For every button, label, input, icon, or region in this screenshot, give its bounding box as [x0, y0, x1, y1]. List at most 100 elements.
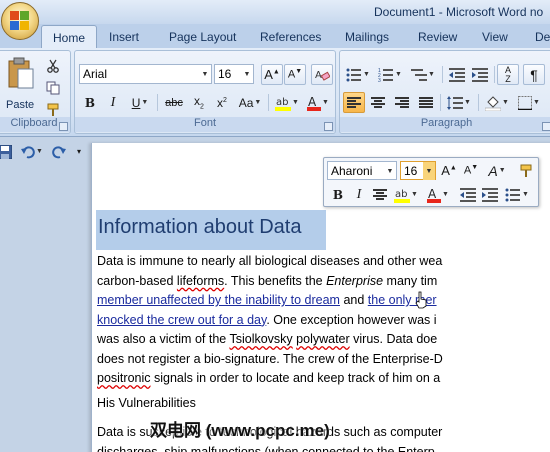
text-run: does not register a bio-signature. The c…	[97, 351, 443, 366]
tab-page-layout[interactable]: Page Layout	[169, 30, 236, 44]
mini-highlight-button[interactable]: ab ▼	[392, 184, 420, 205]
align-center-button[interactable]	[367, 92, 389, 113]
mini-font-name-combo[interactable]: Aharoni ▼	[327, 161, 397, 180]
superscript-button[interactable]: x2	[211, 92, 233, 113]
text-line[interactable]: carbon-based lifeforms. This benefits th…	[97, 274, 437, 288]
mini-italic-button[interactable]: I	[348, 184, 370, 205]
clipboard-dialog-launcher[interactable]	[59, 122, 68, 131]
mini-styles-button[interactable]: A ▼	[482, 160, 512, 181]
underline-icon: U	[131, 95, 141, 110]
bullet-list-icon	[505, 188, 521, 201]
office-button[interactable]	[1, 2, 39, 40]
text-run: signals in order to locate and keep trac…	[150, 371, 441, 385]
text-line[interactable]: was also a victim of the Tsiolkovsky pol…	[97, 332, 437, 346]
chevron-down-icon[interactable]: ▼	[423, 162, 435, 180]
bold-button[interactable]: B	[79, 92, 101, 113]
highlighter-icon: ab	[394, 189, 411, 203]
text-line[interactable]: discharges, ship malfunctions (when conn…	[97, 445, 435, 452]
svg-text:A: A	[428, 187, 437, 201]
chevron-down-icon: ▾	[76, 147, 81, 156]
chevron-down-icon[interactable]: ▼	[199, 65, 211, 83]
decrease-indent-icon	[460, 187, 476, 202]
show-hide-button[interactable]: ¶	[523, 64, 545, 85]
mini-font-size-value: 16	[404, 164, 418, 178]
hyperlink[interactable]: member unaffected by the inability to dr…	[97, 293, 340, 307]
tab-references[interactable]: References	[260, 30, 321, 44]
mini-font-color-button[interactable]: A ▼	[424, 184, 452, 205]
numbering-button[interactable]: 1 2 3 ▼	[375, 64, 405, 85]
shading-button[interactable]: ▼	[482, 92, 512, 113]
underline-button[interactable]: U ▼	[126, 92, 154, 113]
paragraph-dialog-launcher[interactable]	[542, 122, 550, 131]
text-run: discharges, ship malfunctions (when conn…	[97, 444, 435, 452]
cut-button[interactable]	[42, 55, 64, 76]
mini-bold-button[interactable]: B	[327, 184, 349, 205]
font-name-combo[interactable]: Arial ▼	[79, 64, 212, 84]
subscript-button[interactable]: x2	[188, 92, 210, 113]
document-subheading[interactable]: His Vulnerabilities	[97, 396, 196, 410]
line-spacing-button[interactable]: ▼	[444, 92, 474, 113]
sort-button[interactable]: AZ	[497, 64, 519, 85]
mini-increase-indent-button[interactable]	[479, 184, 501, 205]
window-title: Document1 - Microsoft Word no	[374, 5, 544, 19]
scissors-icon	[47, 59, 59, 73]
chevron-down-icon[interactable]: ▼	[384, 162, 396, 180]
mini-bullets-button[interactable]: ▼	[502, 184, 532, 205]
misspelled-word: Tsiolkovsky	[229, 332, 293, 346]
font-size-value: 16	[218, 67, 232, 81]
decrease-indent-button[interactable]	[446, 64, 468, 85]
multilevel-list-button[interactable]: ▼	[408, 64, 438, 85]
copy-button[interactable]	[42, 77, 64, 98]
repeat-button[interactable]	[48, 141, 70, 162]
tab-home[interactable]: Home	[41, 25, 98, 50]
text-line[interactable]: knocked the crew out for a day. One exce…	[97, 313, 437, 327]
justify-icon	[419, 96, 433, 108]
grow-font-button[interactable]: A▲	[261, 64, 283, 85]
text-line[interactable]: does not register a bio-signature. The c…	[97, 352, 443, 366]
font-color-button[interactable]: A ▼	[304, 92, 332, 113]
text-run: . One exception however was i	[266, 312, 437, 327]
paragraph-group: ▼ 1 2 3 ▼ ▼ A Z ¶ ▼ ▼ ▼ Paragraph	[339, 50, 550, 134]
save-button[interactable]	[0, 141, 16, 162]
mini-format-painter-button[interactable]	[515, 160, 537, 181]
shrink-font-icon: A▼	[463, 164, 479, 177]
undo-button[interactable]: ▼	[18, 141, 46, 162]
text-line[interactable]: positronic signals in order to locate an…	[97, 371, 440, 385]
mini-center-button[interactable]	[369, 184, 391, 205]
highlight-color-button[interactable]: ab ▼	[272, 92, 302, 113]
document-heading[interactable]: Information about Data	[96, 210, 326, 250]
text-line[interactable]: member unaffected by the inability to dr…	[97, 293, 437, 307]
clear-formatting-button[interactable]: A	[311, 64, 333, 85]
hyperlink[interactable]: knocked the crew out for a day	[97, 313, 266, 327]
change-case-button[interactable]: Aa ▼	[235, 92, 265, 113]
shrink-font-button[interactable]: A▼	[284, 64, 306, 85]
strikethrough-button[interactable]: abc	[161, 92, 187, 113]
shrink-font-icon: A▼	[287, 68, 303, 81]
tab-view[interactable]: View	[482, 30, 508, 44]
tab-mailings[interactable]: Mailings	[345, 30, 389, 44]
borders-button[interactable]: ▼	[514, 92, 544, 113]
text-line[interactable]: Data is immune to nearly all biological …	[97, 254, 442, 268]
paste-button[interactable]: Paste	[4, 55, 36, 117]
justify-button[interactable]	[415, 92, 437, 113]
increase-indent-button[interactable]	[469, 64, 491, 85]
tab-review[interactable]: Review	[418, 30, 457, 44]
mini-shrink-font-button[interactable]: A▼	[460, 160, 482, 181]
mini-decrease-indent-button[interactable]	[457, 184, 479, 205]
align-left-button[interactable]	[343, 92, 365, 113]
align-right-button[interactable]	[391, 92, 413, 113]
chevron-down-icon[interactable]: ▼	[241, 65, 253, 83]
bullets-button[interactable]: ▼	[343, 64, 373, 85]
clipboard-group: Paste Clipboard	[0, 50, 71, 134]
mini-grow-font-button[interactable]: A▲	[438, 160, 460, 181]
customize-qat-button[interactable]: ▾	[71, 141, 87, 162]
bold-icon: B	[84, 95, 96, 110]
italic-button[interactable]: I	[102, 92, 124, 113]
font-group-label: Font	[75, 117, 335, 132]
tab-developer[interactable]: De	[535, 30, 550, 44]
mini-font-size-combo[interactable]: 16 ▼	[400, 161, 436, 180]
tab-insert[interactable]: Insert	[109, 30, 139, 44]
font-size-combo[interactable]: 16 ▼	[214, 64, 254, 84]
font-dialog-launcher[interactable]	[324, 122, 333, 131]
paste-label: Paste	[6, 99, 35, 111]
